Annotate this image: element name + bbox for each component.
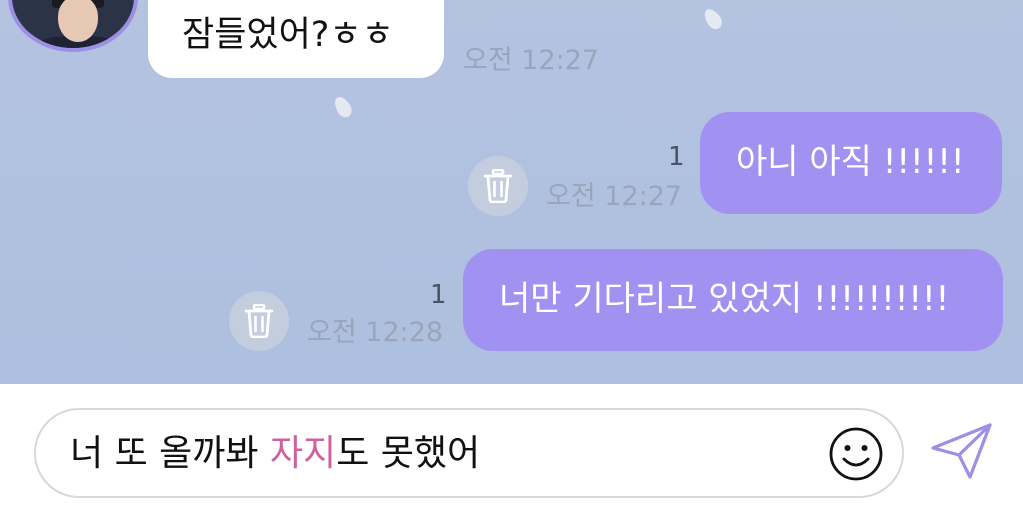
outgoing-message-text: 너만 기다리고 있었지 !!!!!!!!!! bbox=[499, 279, 950, 319]
outgoing-message-bubble[interactable]: 너만 기다리고 있었지 !!!!!!!!!! bbox=[463, 249, 1003, 351]
input-text-part: 도 못했어 bbox=[336, 433, 481, 474]
outgoing-message-time: 오전 12:28 bbox=[307, 317, 444, 348]
delete-message-button[interactable] bbox=[468, 156, 528, 216]
contact-avatar[interactable] bbox=[8, 0, 138, 52]
input-text-part: 너 또 올까봐 bbox=[70, 433, 270, 474]
unread-count: 1 bbox=[430, 280, 447, 310]
outgoing-message-time: 오전 12:27 bbox=[546, 181, 683, 212]
message-input-text[interactable]: 너 또 올까봐 자지도 못했어 bbox=[70, 430, 480, 478]
delete-message-button[interactable] bbox=[229, 291, 289, 351]
input-text-highlight: 자지 bbox=[269, 433, 337, 474]
trash-icon bbox=[483, 169, 513, 203]
petal-decoration bbox=[700, 5, 726, 33]
incoming-message-bubble[interactable]: 잠들었어?ㅎㅎ bbox=[148, 0, 444, 78]
trash-icon bbox=[244, 304, 274, 338]
smiley-icon bbox=[829, 427, 883, 481]
emoji-button[interactable] bbox=[828, 426, 884, 482]
outgoing-message-text: 아니 아직 !!!!!! bbox=[736, 142, 965, 182]
unread-count: 1 bbox=[668, 142, 685, 172]
paper-plane-send-icon bbox=[931, 423, 992, 479]
chat-area[interactable]: 잠들었어?ㅎㅎ 오전 12:27 1 오전 12:27 아니 아직 !!!!!!… bbox=[0, 0, 1023, 384]
message-input[interactable]: 너 또 올까봐 자지도 못했어 bbox=[34, 408, 904, 498]
send-button[interactable] bbox=[930, 422, 994, 480]
petal-decoration bbox=[331, 93, 355, 121]
incoming-message-time: 오전 12:27 bbox=[463, 45, 600, 76]
outgoing-message-bubble[interactable]: 아니 아직 !!!!!! bbox=[700, 112, 1002, 214]
incoming-message-text: 잠들었어?ㅎㅎ bbox=[182, 15, 394, 55]
